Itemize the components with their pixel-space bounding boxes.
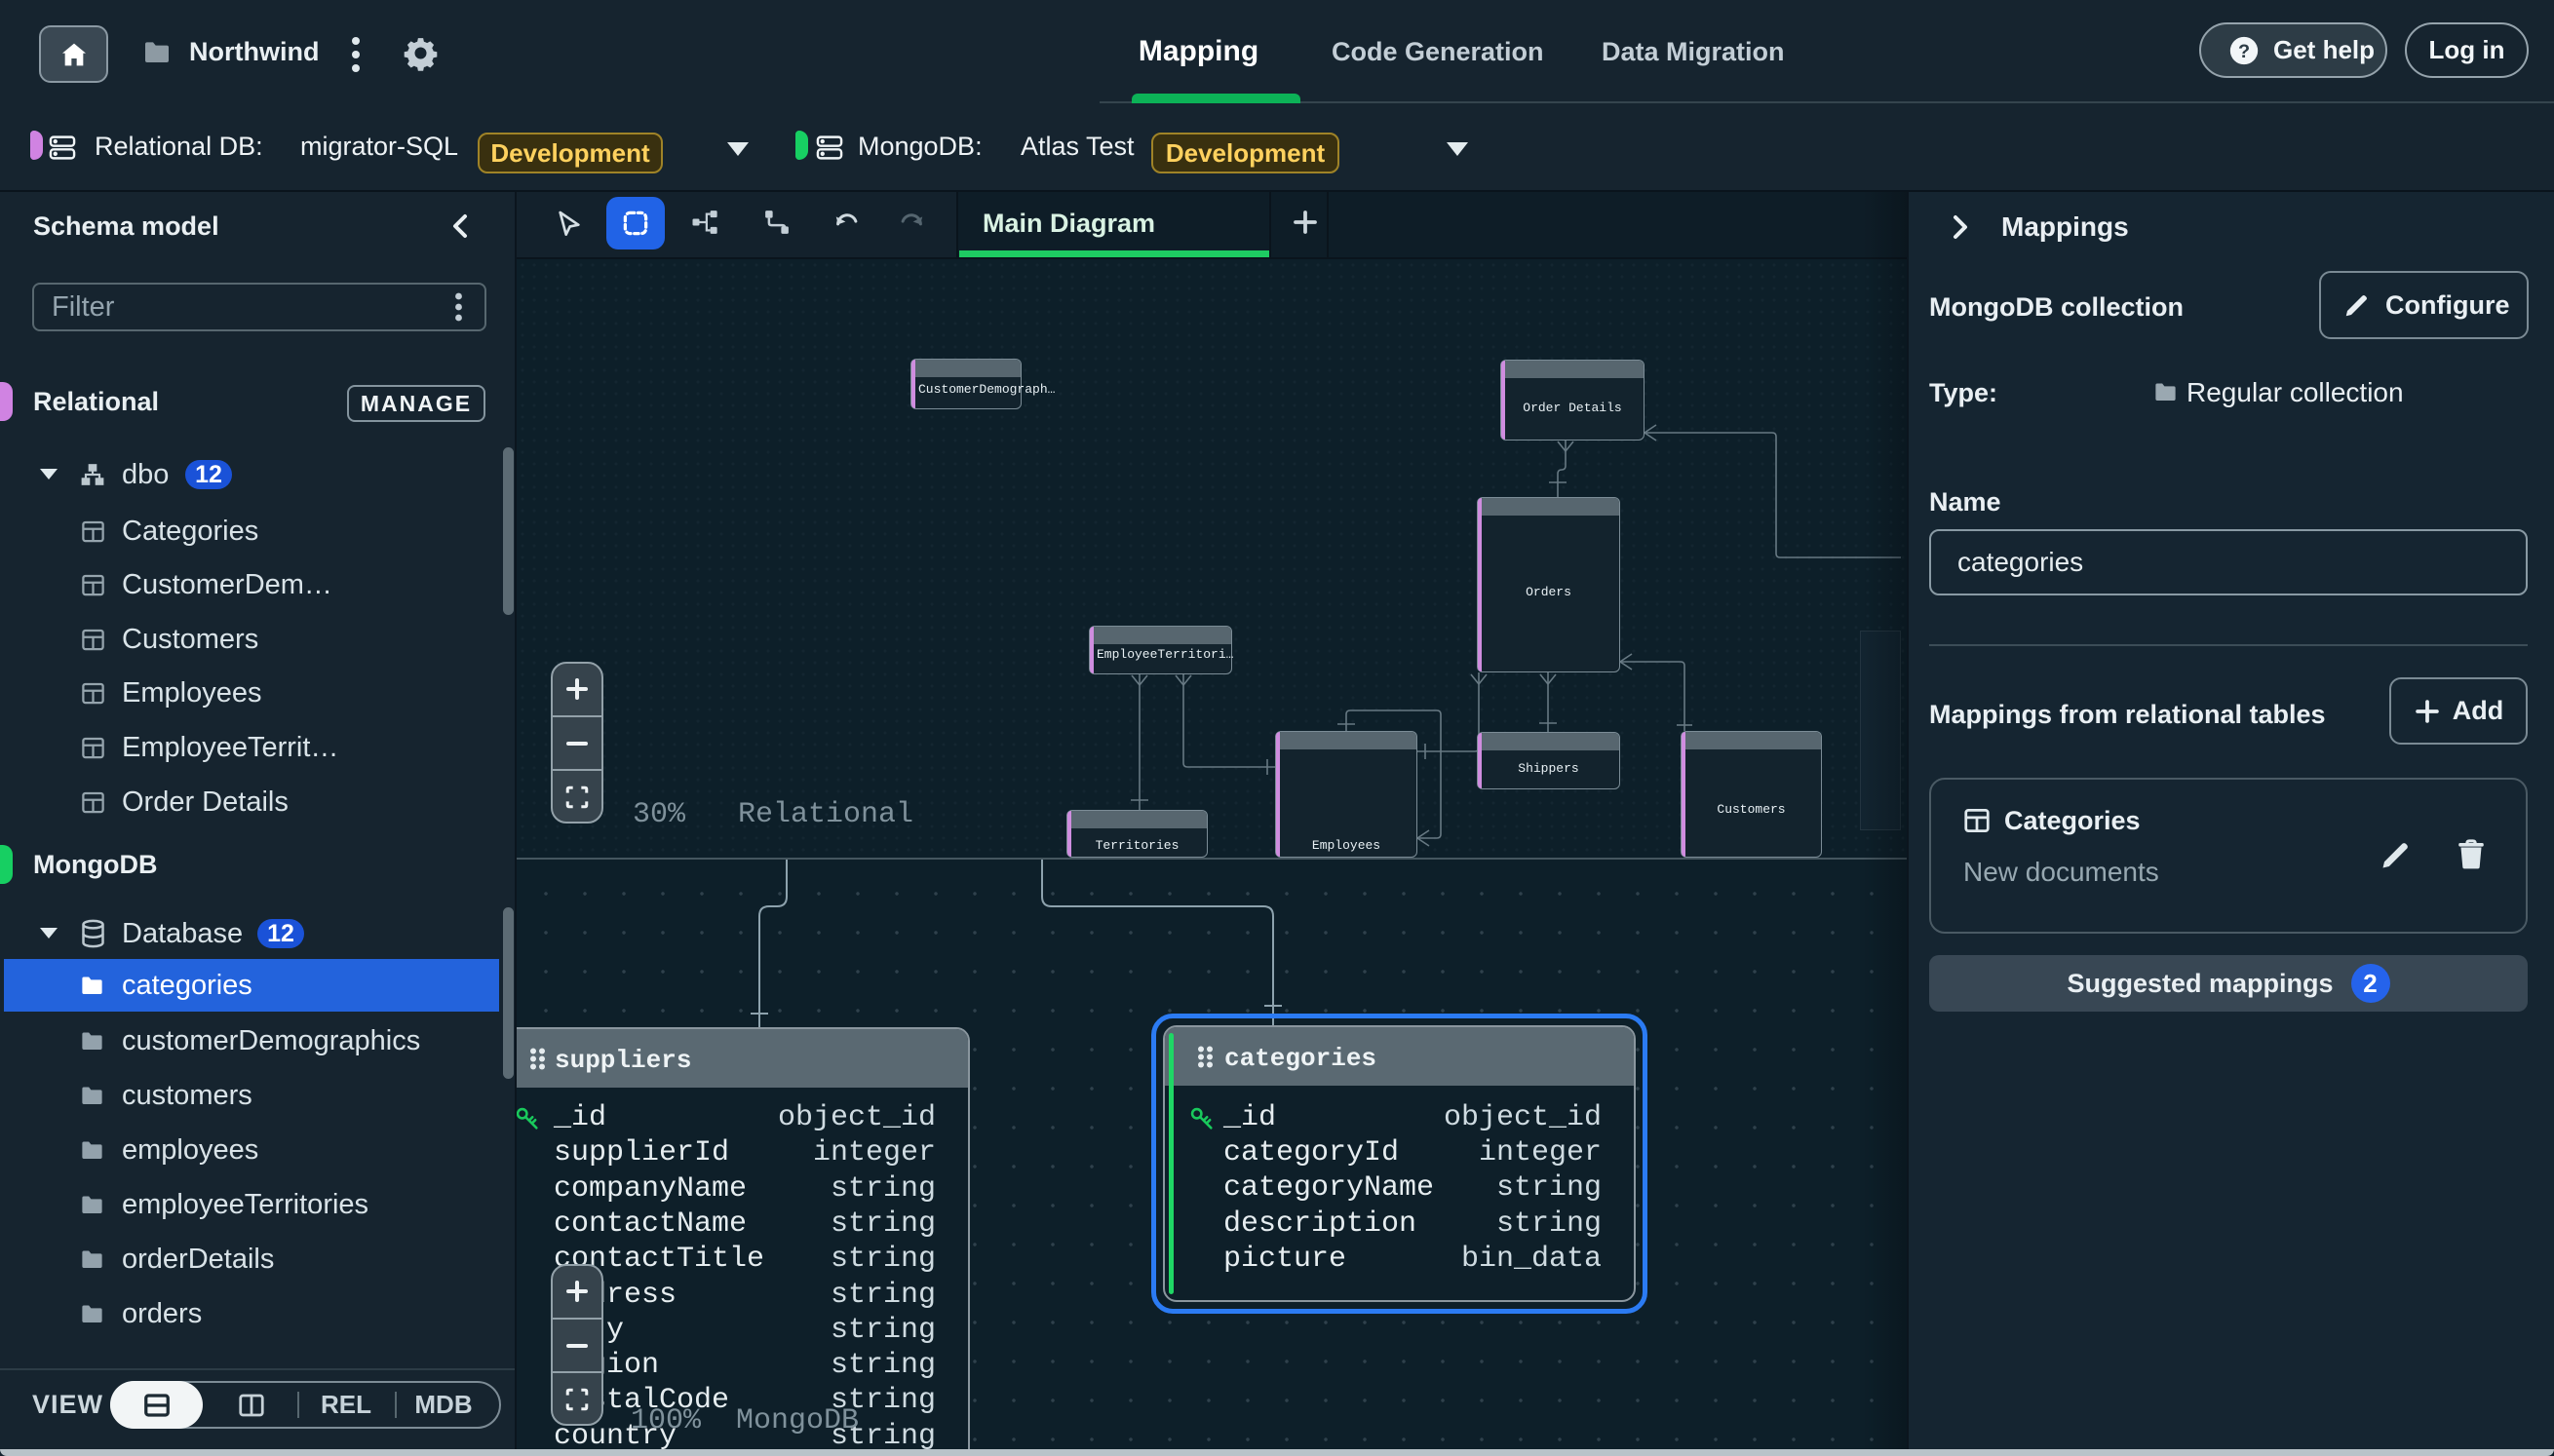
svg-text:?: ? xyxy=(2238,41,2250,62)
